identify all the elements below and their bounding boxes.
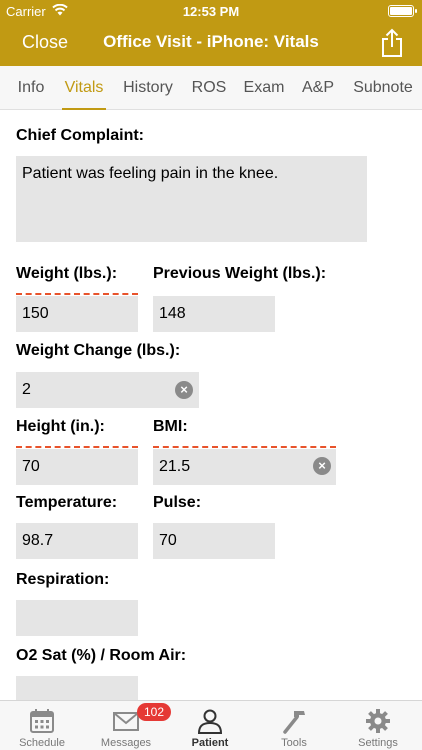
weight-label: Weight (lbs.):	[16, 265, 118, 282]
messages-badge: 102	[137, 703, 172, 721]
height-field[interactable]: 70	[16, 449, 138, 485]
page-title: Office Visit - iPhone: Vitals	[103, 32, 319, 51]
tabbar-label: Settings	[358, 737, 398, 749]
person-icon	[196, 707, 224, 735]
share-icon[interactable]	[380, 28, 404, 58]
previous-weight-field[interactable]: 148	[153, 296, 275, 332]
tabbar-label: Schedule	[19, 737, 65, 749]
respiration-field[interactable]	[16, 600, 138, 636]
battery-icon	[388, 5, 417, 17]
previous-weight-label: Previous Weight (lbs.):	[153, 265, 327, 282]
weight-field[interactable]: 150	[16, 296, 138, 332]
bmi-field[interactable]: 21.5	[153, 449, 336, 485]
tabbar-item-patient[interactable]: Patient	[168, 701, 252, 750]
weight-change-field[interactable]: 2	[16, 372, 199, 408]
pulse-field[interactable]: 70	[153, 523, 275, 559]
tabbar-item-schedule[interactable]: Schedule	[0, 701, 84, 750]
required-indicator	[16, 446, 138, 448]
tabbar-label: Tools	[281, 737, 307, 749]
gear-icon	[364, 707, 392, 735]
temperature-value: 98.7	[22, 532, 54, 549]
height-value: 70	[22, 458, 40, 475]
tabbar-label: Patient	[191, 737, 229, 749]
bmi-label: BMI:	[153, 418, 188, 435]
header: Carrier 12:53 PM Close Office Visit - iP…	[0, 0, 422, 66]
chief-complaint-field[interactable]: Patient was feeling pain in the knee.	[16, 156, 367, 242]
clear-icon[interactable]: ×	[175, 381, 193, 399]
calendar-icon	[28, 707, 56, 735]
tabbar-item-settings[interactable]: Settings	[336, 701, 420, 750]
tab-subnote[interactable]: Subnote	[350, 66, 416, 110]
envelope-icon	[112, 707, 140, 735]
weight-change-label: Weight Change (lbs.):	[16, 342, 181, 359]
hammer-icon	[280, 707, 308, 735]
weight-value: 150	[22, 305, 49, 322]
status-time: 12:53 PM	[182, 4, 240, 19]
weight-change-value: 2	[22, 381, 31, 398]
temperature-field[interactable]: 98.7	[16, 523, 138, 559]
tabbar-item-messages[interactable]: 102 Messages	[84, 701, 172, 750]
bottom-tab-bar: Schedule 102 Messages Patient Tools Sett…	[0, 700, 422, 750]
tab-ap[interactable]: A&P	[298, 66, 338, 110]
status-bar: Carrier 12:53 PM	[0, 0, 422, 22]
height-label: Height (in.):	[16, 418, 105, 435]
tabbar-label: Messages	[100, 737, 152, 749]
chief-complaint-value: Patient was feeling pain in the knee.	[22, 165, 279, 182]
pulse-label: Pulse:	[153, 494, 202, 511]
tab-info[interactable]: Info	[10, 66, 52, 110]
section-tabs: Info Vitals History ROS Exam A&P Subnote	[0, 66, 422, 110]
chief-complaint-label: Chief Complaint:	[16, 127, 144, 144]
temperature-label: Temperature:	[16, 494, 118, 511]
required-indicator	[153, 446, 336, 448]
tab-vitals[interactable]: Vitals	[62, 66, 106, 110]
o2-sat-label: O2 Sat (%) / Room Air:	[16, 647, 187, 664]
bmi-value: 21.5	[159, 458, 191, 475]
clear-icon[interactable]: ×	[313, 457, 331, 475]
pulse-value: 70	[159, 532, 177, 549]
previous-weight-value: 148	[159, 305, 186, 322]
tab-ros[interactable]: ROS	[188, 66, 230, 110]
respiration-label: Respiration:	[16, 571, 110, 588]
tab-exam[interactable]: Exam	[241, 66, 287, 110]
required-indicator	[16, 293, 138, 295]
tabbar-item-tools[interactable]: Tools	[252, 701, 336, 750]
o2-sat-field[interactable]	[16, 676, 138, 700]
tab-history[interactable]: History	[120, 66, 176, 110]
vitals-form: Chief Complaint: Patient was feeling pai…	[0, 110, 422, 700]
